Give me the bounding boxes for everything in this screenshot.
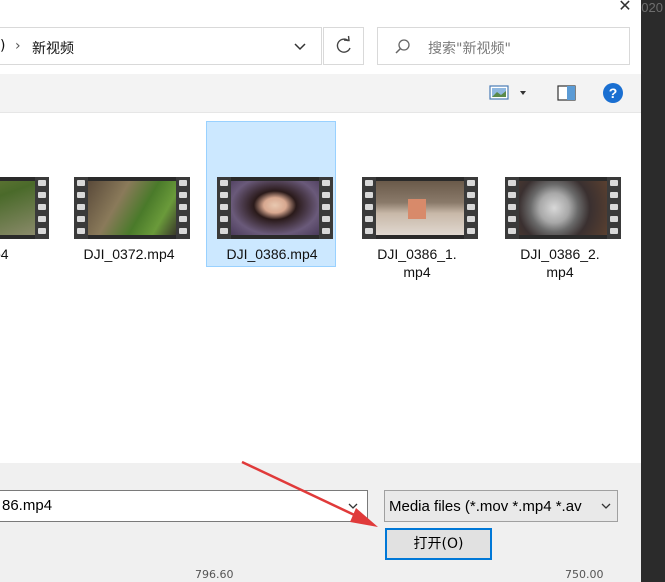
chevron-down-icon[interactable]: [346, 499, 360, 513]
video-thumbnail: [505, 177, 621, 239]
video-thumbnail: [217, 177, 333, 239]
breadcrumb-separator-icon: ›: [15, 38, 21, 54]
breadcrumb-prefix: ): [0, 38, 5, 54]
background-app-text: 796.60: [195, 568, 234, 581]
preview-pane-button[interactable]: [556, 82, 578, 104]
svg-text:?: ?: [609, 85, 618, 101]
video-thumbnail: [74, 177, 190, 239]
search-box[interactable]: 搜索"新视频": [377, 27, 630, 65]
filename-combobox[interactable]: 86.mp4: [0, 490, 368, 522]
address-bar[interactable]: ) › 新视频: [0, 27, 322, 65]
file-list: p4 DJI_0372.mp4 DJI_0386.mp4: [0, 113, 641, 463]
chevron-down-icon[interactable]: [290, 36, 310, 56]
picture-view-icon: [488, 82, 530, 104]
preview-pane-icon: [556, 82, 578, 104]
background-app-text: 020: [641, 0, 663, 15]
help-button[interactable]: ?: [602, 82, 624, 104]
help-icon: ?: [602, 82, 624, 104]
file-item-selected[interactable]: DJI_0386.mp4: [206, 121, 336, 267]
breadcrumb-current-folder[interactable]: 新视频: [32, 38, 74, 58]
file-name: DJI_0386.mp4: [207, 245, 337, 263]
video-thumbnail: [362, 177, 478, 239]
refresh-button[interactable]: [323, 27, 364, 65]
view-toolbar: ?: [0, 74, 641, 113]
refresh-icon: [324, 28, 363, 64]
open-button[interactable]: 打开(O): [385, 528, 492, 560]
filename-value: 86.mp4: [2, 497, 52, 514]
background-app-text: 750.00: [565, 568, 604, 581]
search-icon: [394, 38, 412, 56]
file-type-value: Media files (*.mov *.mp4 *.av: [389, 498, 582, 515]
file-open-dialog: ✕ ) › 新视频 搜索"新视频": [0, 0, 641, 582]
file-name: DJI_0372.mp4: [64, 245, 194, 263]
file-item[interactable]: p4: [0, 121, 52, 267]
file-item[interactable]: DJI_0386_2.mp4: [494, 121, 624, 267]
file-name: DJI_0386_1.mp4: [372, 245, 462, 281]
file-item[interactable]: DJI_0372.mp4: [63, 121, 193, 267]
chevron-down-icon[interactable]: [599, 499, 613, 513]
search-placeholder: 搜索"新视频": [428, 38, 511, 58]
file-type-select[interactable]: Media files (*.mov *.mp4 *.av: [384, 490, 618, 522]
dialog-footer: [0, 463, 641, 582]
file-item[interactable]: DJI_0386_1.mp4: [351, 121, 481, 267]
close-icon[interactable]: ✕: [610, 0, 640, 14]
change-view-button[interactable]: [488, 82, 530, 104]
file-name: DJI_0386_2.mp4: [515, 245, 605, 281]
video-thumbnail: [0, 177, 49, 239]
file-name: p4: [0, 245, 33, 263]
